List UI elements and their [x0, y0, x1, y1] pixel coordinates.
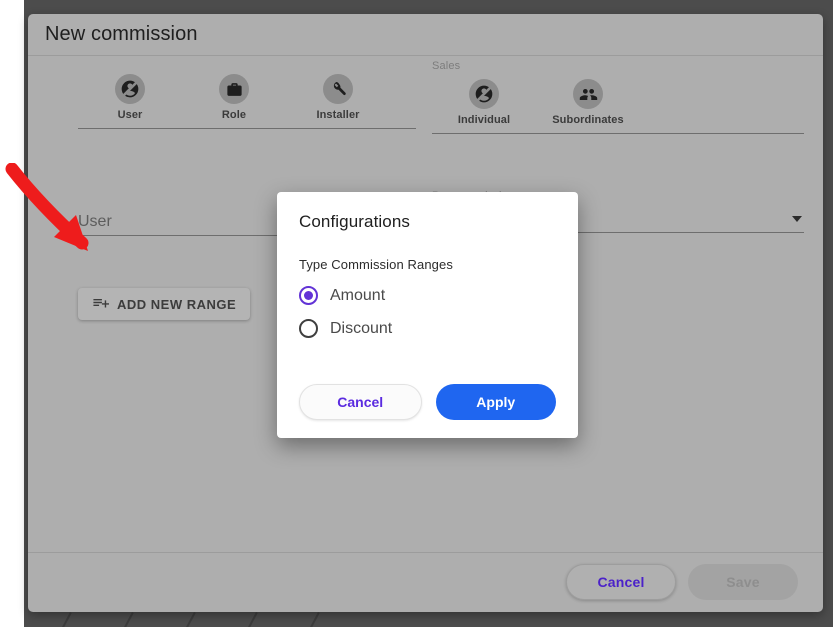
sales-option-subordinates[interactable]: Subordinates — [536, 79, 640, 126]
sales-scope-icon-row: Individual Subordinates — [432, 79, 804, 126]
assignment-target-group: User Role Installer — [78, 74, 416, 129]
configurations-actions: Cancel Apply — [299, 384, 556, 420]
radio-option-amount-label: Amount — [330, 286, 386, 304]
account-circle-icon — [469, 79, 499, 109]
radio-button-amount[interactable] — [299, 286, 318, 305]
screenshot-root: New commission User Role Installer Sales… — [0, 0, 833, 627]
save-button[interactable]: Save — [688, 564, 798, 600]
wrench-icon — [323, 74, 353, 104]
briefcase-icon — [219, 74, 249, 104]
target-option-installer[interactable]: Installer — [286, 74, 390, 121]
user-input[interactable]: User — [78, 213, 112, 231]
radio-option-discount-label: Discount — [330, 319, 393, 337]
sales-scope-group: Sales Individual Subordinates — [432, 60, 804, 134]
target-option-user-label: User — [117, 109, 143, 121]
card-header: New commission — [28, 14, 823, 56]
cancel-button[interactable]: Cancel — [566, 564, 676, 600]
configurations-title: Configurations — [299, 212, 411, 231]
add-new-range-button[interactable]: ADD NEW RANGE — [78, 288, 251, 320]
target-option-role-label: Role — [221, 109, 247, 121]
target-option-role[interactable]: Role — [182, 74, 286, 121]
assignment-target-underline — [78, 128, 416, 129]
radio-option-amount[interactable]: Amount — [299, 286, 556, 305]
target-option-installer-label: Installer — [316, 109, 360, 121]
sales-option-subordinates-label: Subordinates — [552, 114, 624, 126]
assignment-target-icon-row: User Role Installer — [78, 74, 416, 121]
page-title: New commission — [45, 23, 198, 45]
add-new-range-label: ADD NEW RANGE — [117, 296, 237, 312]
configurations-apply-button[interactable]: Apply — [435, 384, 556, 420]
sales-option-individual[interactable]: Individual — [432, 79, 536, 126]
configurations-cancel-button[interactable]: Cancel — [299, 384, 422, 420]
card-footer: Cancel Save — [28, 552, 823, 611]
people-group-icon — [573, 79, 603, 109]
sales-scope-underline — [432, 133, 804, 134]
playlist-add-icon — [92, 294, 109, 314]
background-page-content — [60, 612, 420, 627]
radio-button-discount[interactable] — [299, 319, 318, 338]
commission-ranges-type-label: Type Commission Ranges — [299, 257, 453, 272]
chevron-down-icon[interactable] — [792, 215, 802, 222]
account-circle-icon — [115, 74, 145, 104]
sales-option-individual-label: Individual — [457, 114, 511, 126]
sales-scope-label: Sales — [432, 60, 461, 72]
target-option-user[interactable]: User — [78, 74, 182, 121]
radio-option-discount[interactable]: Discount — [299, 319, 556, 338]
configurations-dialog: Configurations Type Commission Ranges Am… — [277, 192, 578, 438]
